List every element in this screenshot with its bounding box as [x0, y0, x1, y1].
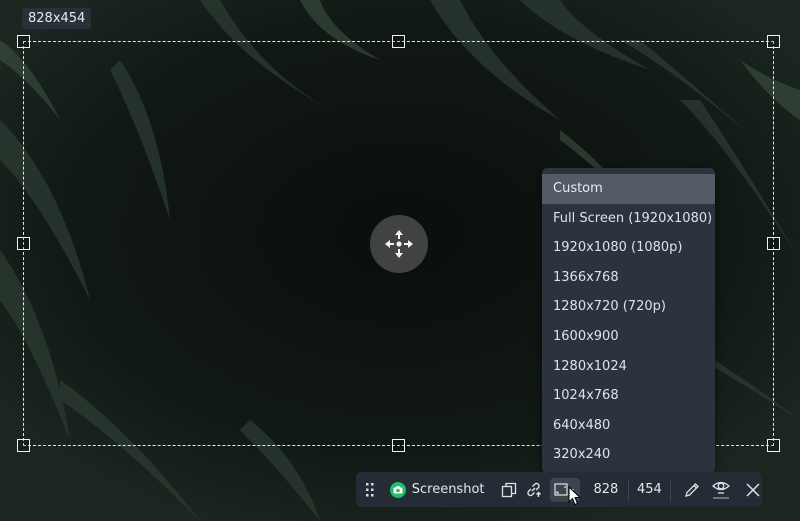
capture-width-input[interactable]: 828: [584, 478, 628, 502]
camera-icon: [389, 481, 406, 498]
toolbar-divider: [669, 478, 671, 501]
capture-toolbar: Screenshot 828 454: [356, 472, 762, 507]
resolution-option-1600x900[interactable]: 1600x900: [542, 322, 715, 352]
close-icon: [746, 482, 760, 497]
resize-handle-top-center[interactable]: [392, 35, 405, 48]
resolution-dropdown-menu: Custom Full Screen (1920x1080) 1920x1080…: [542, 168, 715, 473]
eye-icon: [712, 481, 731, 494]
preview-toggle-button[interactable]: [711, 475, 731, 505]
resize-handle-bottom-center[interactable]: [392, 439, 405, 452]
resolution-option-640x480[interactable]: 640x480: [542, 411, 715, 441]
close-button[interactable]: [744, 478, 763, 502]
screenshot-mode-label: Screenshot: [411, 482, 485, 497]
resize-handle-middle-right[interactable]: [767, 237, 780, 250]
screenshot-mode-button[interactable]: Screenshot: [389, 481, 485, 498]
resolution-option-320x240[interactable]: 320x240: [542, 440, 715, 470]
copy-icon: [501, 482, 516, 497]
resolution-option-full-screen[interactable]: Full Screen (1920x1080): [542, 204, 715, 234]
resolution-option-1366x768[interactable]: 1366x768: [542, 263, 715, 293]
resize-handle-bottom-right[interactable]: [767, 439, 780, 452]
resize-handle-top-left[interactable]: [17, 35, 30, 48]
resize-handle-middle-left[interactable]: [17, 237, 30, 250]
resolution-option-1280x1024[interactable]: 1280x1024: [542, 352, 715, 382]
toolbar-drag-handle[interactable]: [356, 472, 384, 507]
pencil-icon: [684, 482, 699, 497]
move-arrows-icon: [385, 230, 413, 258]
resolution-option-1280x720[interactable]: 1280x720 (720p): [542, 292, 715, 322]
mouse-cursor-icon: [568, 486, 582, 506]
move-selection-button[interactable]: [370, 215, 428, 273]
drag-grip-icon: [365, 482, 374, 496]
resolution-option-1024x768[interactable]: 1024x768: [542, 381, 715, 411]
link-upload-icon: [527, 482, 542, 497]
annotate-button[interactable]: [683, 478, 702, 502]
capture-size-label: 828x454: [22, 8, 92, 29]
copy-button[interactable]: [501, 478, 518, 502]
resolution-option-custom[interactable]: Custom: [542, 174, 715, 204]
resize-handle-top-right[interactable]: [767, 35, 780, 48]
share-link-button[interactable]: [525, 478, 542, 502]
preview-active-indicator: [713, 497, 730, 499]
capture-height-input[interactable]: 454: [629, 478, 670, 502]
resize-handle-bottom-left[interactable]: [17, 439, 30, 452]
resolution-option-1920x1080[interactable]: 1920x1080 (1080p): [542, 233, 715, 263]
